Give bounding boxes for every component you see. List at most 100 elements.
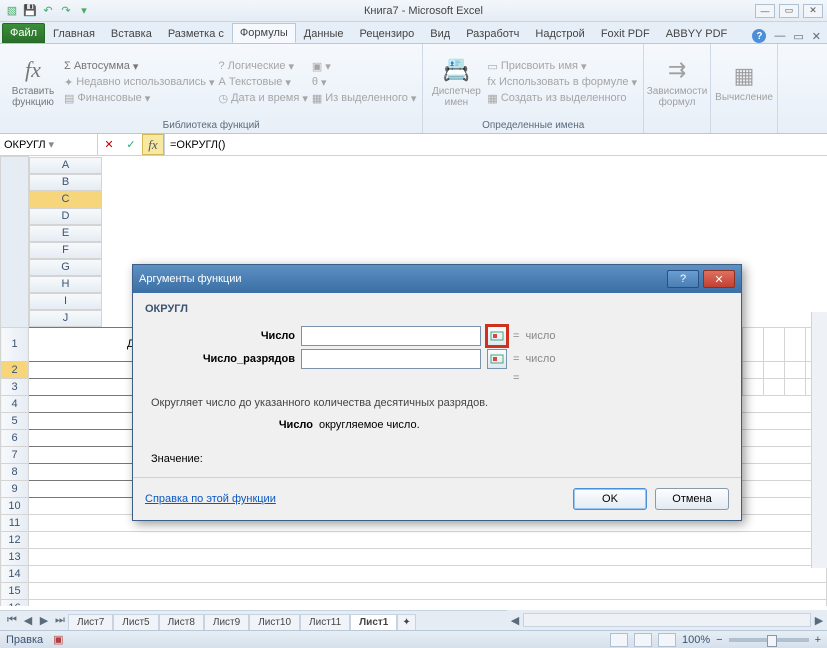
sheet-tab[interactable]: Лист5 xyxy=(113,614,158,630)
sheet-tab[interactable]: Лист9 xyxy=(204,614,249,630)
row-header[interactable]: 16 xyxy=(1,599,29,606)
cancel-formula-button[interactable]: ✕ xyxy=(98,134,120,155)
text-button[interactable]: AТекстовые ▾ xyxy=(219,75,308,90)
zoom-out-button[interactable]: − xyxy=(716,634,722,646)
financial-button[interactable]: ▤Финансовые ▾ xyxy=(64,91,215,106)
tab-view[interactable]: Вид xyxy=(422,24,458,43)
dialog-titlebar[interactable]: Аргументы функции ? ✕ xyxy=(133,265,741,293)
fx-button[interactable]: fx xyxy=(142,134,164,155)
vertical-scrollbar[interactable] xyxy=(811,312,827,568)
col-header[interactable]: H xyxy=(29,276,102,293)
row-header[interactable]: 6 xyxy=(1,429,29,446)
recent-button[interactable]: ✦Недавно использовались ▾ xyxy=(64,75,215,90)
sheet-tab-active[interactable]: Лист1 xyxy=(350,614,397,630)
col-header[interactable]: I xyxy=(29,293,102,310)
close-button[interactable]: ✕ xyxy=(803,4,823,18)
row-header[interactable]: 2 xyxy=(1,361,29,378)
from-selection-button[interactable]: ▦Из выделенного ▾ xyxy=(312,91,417,106)
name-box-dropdown-icon[interactable]: ▾ xyxy=(49,138,94,151)
calculation-button[interactable]: ▦ Вычисление xyxy=(717,46,771,118)
qat-dropdown-icon[interactable]: ▾ xyxy=(76,3,92,19)
name-manager-button[interactable]: 📇 Диспетчер имен xyxy=(429,46,483,118)
sheet-tab[interactable]: Лист8 xyxy=(159,614,204,630)
arg1-range-button[interactable] xyxy=(487,326,507,346)
horizontal-scrollbar[interactable]: ◀▶ xyxy=(507,610,827,630)
zoom-slider[interactable] xyxy=(729,638,809,642)
new-sheet-button[interactable]: ✦ xyxy=(397,614,415,630)
dialog-cancel-button[interactable]: Отмена xyxy=(655,488,729,510)
row-header[interactable]: 8 xyxy=(1,463,29,480)
maximize-button[interactable]: ▭ xyxy=(779,4,799,18)
row-header[interactable]: 1 xyxy=(1,327,29,361)
dialog-help-button[interactable]: ? xyxy=(667,270,699,288)
assign-name-button[interactable]: ▭Присвоить имя ▾ xyxy=(487,59,637,74)
sheet-tab[interactable]: Лист7 xyxy=(68,614,113,630)
col-header[interactable]: A xyxy=(29,157,102,174)
arg1-input[interactable] xyxy=(301,326,481,346)
cell[interactable] xyxy=(784,327,805,361)
cell[interactable] xyxy=(784,378,805,395)
insert-function-button[interactable]: fx Вставить функцию xyxy=(6,46,60,118)
tab-insert[interactable]: Вставка xyxy=(103,24,160,43)
cell[interactable] xyxy=(784,361,805,378)
col-header[interactable]: B xyxy=(29,174,102,191)
lookup-button[interactable]: ▣▾ xyxy=(312,59,417,74)
row-header[interactable]: 11 xyxy=(1,514,29,531)
tab-developer[interactable]: Разработч xyxy=(458,24,527,43)
undo-icon[interactable]: ↶ xyxy=(40,3,56,19)
use-in-formula-button[interactable]: fxИспользовать в формуле ▾ xyxy=(487,75,637,90)
accept-formula-button[interactable]: ✓ xyxy=(120,134,142,155)
math-button[interactable]: θ▾ xyxy=(312,75,417,90)
row-header[interactable]: 14 xyxy=(1,565,29,582)
tab-layout[interactable]: Разметка с xyxy=(160,24,232,43)
normal-view-button[interactable] xyxy=(610,633,628,647)
sheet-tab[interactable]: Лист10 xyxy=(249,614,300,630)
cell[interactable] xyxy=(763,378,784,395)
col-header[interactable]: D xyxy=(29,208,102,225)
page-break-view-button[interactable] xyxy=(658,633,676,647)
tab-file[interactable]: Файл xyxy=(2,23,45,43)
tab-home[interactable]: Главная xyxy=(45,24,103,43)
cell[interactable] xyxy=(742,378,763,395)
tab-foxit[interactable]: Foxit PDF xyxy=(593,24,658,43)
tab-review[interactable]: Рецензиро xyxy=(352,24,423,43)
select-all-corner[interactable] xyxy=(1,157,29,328)
tab-abbyy[interactable]: ABBYY PDF xyxy=(658,24,736,43)
zoom-level[interactable]: 100% xyxy=(682,634,710,646)
sheet-tab[interactable]: Лист11 xyxy=(300,614,350,630)
row-header[interactable]: 7 xyxy=(1,446,29,463)
formula-input[interactable]: =ОКРУГЛ() xyxy=(165,134,827,155)
name-box[interactable]: ОКРУГЛ ▾ xyxy=(0,134,98,155)
row-header[interactable]: 10 xyxy=(1,497,29,514)
redo-icon[interactable]: ↷ xyxy=(58,3,74,19)
cell[interactable] xyxy=(742,361,763,378)
dialog-help-link[interactable]: Справка по этой функции xyxy=(145,493,276,505)
cell[interactable] xyxy=(763,327,784,361)
col-header[interactable]: E xyxy=(29,225,102,242)
row-header[interactable]: 5 xyxy=(1,412,29,429)
col-header[interactable]: J xyxy=(29,310,102,327)
row-header[interactable]: 15 xyxy=(1,582,29,599)
tab-formulas[interactable]: Формулы xyxy=(232,23,296,43)
help-icon[interactable]: ? xyxy=(752,29,766,43)
minimize-button[interactable]: — xyxy=(755,4,775,18)
row-header[interactable]: 13 xyxy=(1,548,29,565)
col-header[interactable]: C xyxy=(29,191,102,208)
formula-deps-button[interactable]: ⇉ Зависимости формул xyxy=(650,46,704,118)
row-header[interactable]: 12 xyxy=(1,531,29,548)
arg2-range-button[interactable] xyxy=(487,349,507,369)
row-header[interactable]: 4 xyxy=(1,395,29,412)
col-header[interactable]: F xyxy=(29,242,102,259)
create-from-sel-button[interactable]: ▦Создать из выделенного xyxy=(487,91,637,106)
arg2-input[interactable] xyxy=(301,349,481,369)
doc-restore-icon[interactable]: ▭ xyxy=(793,30,803,43)
tab-data[interactable]: Данные xyxy=(296,24,352,43)
macro-record-icon[interactable]: ▣ xyxy=(53,633,63,646)
sheet-nav-prev[interactable]: ◀ xyxy=(20,613,36,629)
cell[interactable] xyxy=(742,327,763,361)
logical-button[interactable]: ?Логические ▾ xyxy=(219,59,308,74)
sheet-nav-last[interactable]: ⏭ xyxy=(52,613,68,629)
row-header[interactable]: 3 xyxy=(1,378,29,395)
sheet-nav-first[interactable]: ⏮ xyxy=(4,613,20,629)
datetime-button[interactable]: ◷Дата и время ▾ xyxy=(219,91,308,106)
